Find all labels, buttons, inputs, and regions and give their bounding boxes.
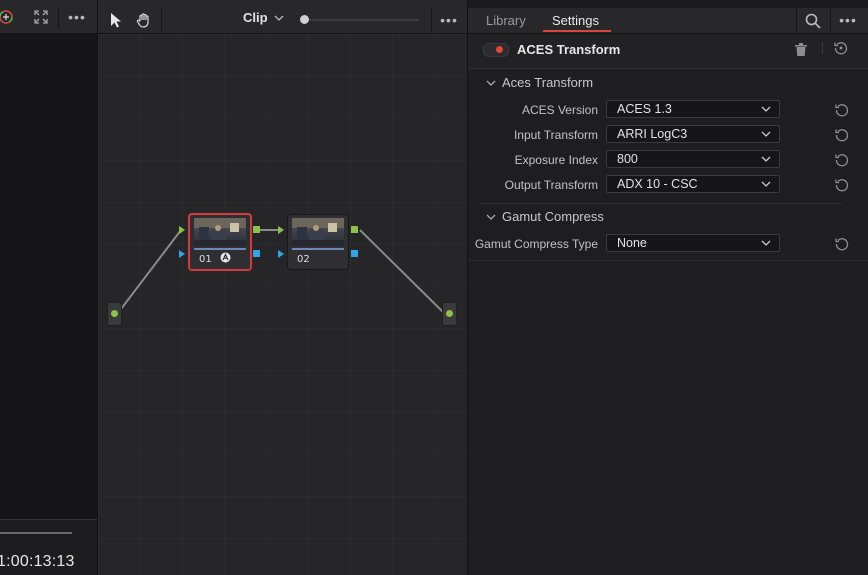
node-02[interactable]: 02 (287, 214, 349, 270)
node-01-rgb-output[interactable] (253, 226, 260, 233)
viewer-area (0, 34, 97, 520)
node-thumbnail (292, 218, 344, 246)
color-wheel-icon[interactable] (0, 6, 18, 28)
node-02-key-input[interactable] (278, 250, 284, 258)
chevron-down-icon (486, 214, 496, 220)
reset-effect-icon[interactable] (829, 37, 853, 59)
chevron-down-icon (761, 240, 771, 246)
section-divider (480, 203, 842, 204)
hand-tool-icon[interactable] (132, 9, 156, 31)
reset-gamut-compress-type-icon[interactable] (834, 236, 850, 252)
input-transform-dropdown[interactable]: ARRI LogC3 (606, 125, 780, 143)
aces-fx-icon (220, 252, 231, 263)
input-transform-label: Input Transform (513, 128, 598, 142)
node-02-rgb-input[interactable] (278, 226, 284, 234)
exposure-index-label: Exposure Index (514, 153, 598, 167)
section-aces-transform[interactable]: Aces Transform (486, 75, 593, 90)
node-02-rgb-output[interactable] (351, 226, 358, 233)
section-gamut-compress[interactable]: Gamut Compress (486, 209, 604, 224)
active-tab-indicator (543, 30, 611, 32)
chevron-down-icon (761, 181, 771, 187)
gamut-compress-type-dropdown[interactable]: None (606, 234, 780, 252)
reset-exposure-index-icon[interactable] (834, 152, 850, 168)
aces-version-value: ACES 1.3 (617, 102, 672, 116)
chevron-down-icon (761, 156, 771, 162)
output-terminal[interactable] (442, 302, 457, 326)
node-label: 02 (297, 254, 310, 265)
node-01[interactable]: 01 (188, 213, 252, 271)
node-01-key-output[interactable] (253, 250, 260, 257)
chevron-down-icon (761, 131, 771, 137)
source-input-terminal[interactable] (107, 302, 122, 326)
zoom-slider-handle[interactable] (300, 15, 309, 24)
output-transform-dropdown[interactable]: ADX 10 - CSC (606, 175, 780, 193)
chevron-down-icon (761, 106, 771, 112)
chevron-down-icon (486, 80, 496, 86)
reset-aces-version-icon[interactable] (834, 102, 850, 118)
node-01-key-input[interactable] (179, 250, 185, 258)
node-options-icon[interactable]: ••• (437, 9, 461, 31)
input-transform-value: ARRI LogC3 (617, 127, 688, 141)
viewer-options-icon[interactable]: ••• (65, 6, 89, 28)
viewer-toolbar: ••• (0, 0, 97, 34)
exposure-index-value: 800 (617, 152, 638, 166)
panel-bottom-divider (468, 260, 868, 261)
node-indicator-bar (194, 248, 246, 250)
reset-output-transform-icon[interactable] (834, 177, 850, 193)
node-01-rgb-input[interactable] (179, 226, 185, 234)
top-strip (468, 0, 868, 8)
search-icon[interactable] (801, 10, 825, 32)
pointer-tool-icon[interactable] (104, 9, 128, 31)
gamut-compress-type-label: Gamut Compress Type (474, 237, 598, 251)
gamut-compress-type-value: None (617, 236, 647, 250)
timecode: 1:00:13:13 (0, 553, 75, 570)
fullscreen-icon[interactable] (29, 6, 53, 28)
toggle-indicator (496, 46, 503, 53)
aces-version-dropdown[interactable]: ACES 1.3 (606, 100, 780, 118)
node-label: 01 (199, 254, 212, 265)
node-indicator-bar (292, 248, 344, 250)
output-transform-value: ADX 10 - CSC (617, 177, 698, 191)
clip-mode-label: Clip (243, 10, 268, 25)
node-02-key-output[interactable] (351, 250, 358, 257)
node-thumbnail (194, 218, 246, 246)
tab-library[interactable]: Library (486, 13, 526, 28)
node-connections (117, 229, 445, 314)
zoom-slider-track[interactable] (305, 19, 419, 21)
tab-settings[interactable]: Settings (552, 13, 599, 28)
reset-input-transform-icon[interactable] (834, 127, 850, 143)
exposure-index-dropdown[interactable]: 800 (606, 150, 780, 168)
section-title: Gamut Compress (502, 209, 604, 224)
inspector-options-icon[interactable]: ••• (836, 9, 860, 31)
output-transform-label: Output Transform (504, 178, 598, 192)
effect-title: ACES Transform (517, 42, 621, 57)
clip-mode-dropdown[interactable]: Clip (243, 10, 284, 25)
aces-version-label: ACES Version (521, 103, 598, 117)
chevron-down-icon (274, 15, 284, 21)
scrub-bar[interactable] (0, 532, 72, 534)
trash-icon[interactable] (789, 38, 813, 60)
section-title: Aces Transform (502, 75, 594, 90)
